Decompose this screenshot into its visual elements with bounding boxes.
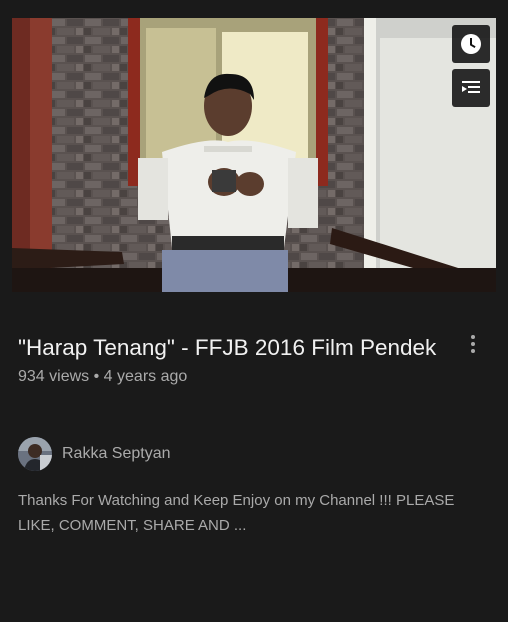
more-vert-icon [471,335,475,339]
add-to-queue-button[interactable] [452,69,490,107]
channel-info[interactable]: Rakka Septyan [18,437,171,471]
video-description: Thanks For Watching and Keep Enjoy on my… [18,492,455,534]
view-count: 934 views [18,368,90,385]
more-options-button[interactable] [462,330,484,358]
video-meta: "Harap Tenang" - FFJB 2016 Film Pendek 9… [18,332,448,386]
channel-name[interactable]: Rakka Septyan [62,445,171,463]
video-stats: 934 views • 4 years ago [18,368,448,386]
clock-icon [461,34,481,54]
channel-avatar[interactable] [18,437,52,471]
video-title[interactable]: "Harap Tenang" - FFJB 2016 Film Pendek [18,332,448,364]
playlist-add-icon [462,81,480,93]
thumbnail-image [12,18,496,292]
avatar-image [18,437,52,471]
upload-age: 4 years ago [103,368,188,385]
video-thumbnail[interactable] [12,18,496,292]
video-card: "Harap Tenang" - FFJB 2016 Film Pendek 9… [0,0,508,622]
stats-separator: • [93,368,100,385]
watch-later-button[interactable] [452,25,490,63]
